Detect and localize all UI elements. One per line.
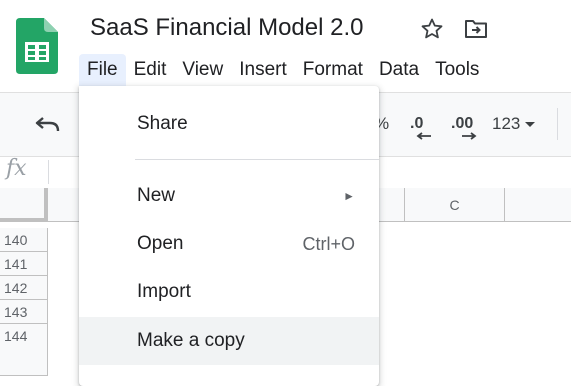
fx-icon: fx: [6, 156, 27, 181]
row-header[interactable]: 141: [0, 252, 48, 276]
menu-item-share-label: Share: [137, 113, 188, 134]
document-title[interactable]: SaaS Financial Model 2.0: [90, 14, 364, 42]
menu-item-open-shortcut: Ctrl+O: [302, 233, 355, 254]
select-all-corner[interactable]: [0, 188, 48, 222]
menu-item-make-a-copy-label: Make a copy: [137, 330, 245, 351]
menu-tools[interactable]: Tools: [427, 54, 487, 86]
arrow-left-icon: [416, 132, 431, 140]
menu-item-new[interactable]: New ►: [79, 172, 379, 220]
row-header[interactable]: 144: [0, 324, 48, 376]
arrow-right-icon: [462, 132, 477, 140]
row-header[interactable]: 140: [0, 228, 48, 252]
decrease-decimal-label: .0: [410, 115, 424, 132]
menu-item-make-a-copy[interactable]: Make a copy: [79, 317, 379, 365]
menu-item-import-label: Import: [137, 281, 191, 302]
submenu-arrow-icon: ►: [343, 189, 355, 203]
undo-icon[interactable]: [34, 112, 62, 136]
caret-down-icon: [525, 122, 536, 127]
menu-item-import[interactable]: Import: [79, 268, 379, 316]
decrease-decimal-button[interactable]: .0: [410, 112, 431, 140]
menubar: File Edit View Insert Format Data Tools: [79, 54, 487, 86]
menu-format[interactable]: Format: [295, 54, 371, 86]
move-folder-icon[interactable]: [463, 16, 489, 42]
menu-view[interactable]: View: [174, 54, 231, 86]
menu-item-open[interactable]: Open Ctrl+O: [79, 220, 379, 268]
increase-decimal-button[interactable]: .00: [451, 112, 477, 140]
row-header[interactable]: 143: [0, 300, 48, 324]
file-menu-dropdown: Share New ► Open Ctrl+O Import Make a co…: [79, 86, 379, 386]
menu-item-open-label: Open: [137, 233, 184, 254]
menu-file[interactable]: File: [79, 54, 126, 86]
menu-edit[interactable]: Edit: [126, 54, 175, 86]
menu-insert[interactable]: Insert: [231, 54, 295, 86]
menu-item-share[interactable]: Share: [79, 100, 379, 148]
menu-item-new-label: New: [137, 185, 176, 206]
column-header-c[interactable]: C: [405, 188, 505, 222]
toolbar-separator: [557, 108, 558, 140]
more-formats-button[interactable]: 123: [492, 112, 537, 136]
sheets-logo-icon[interactable]: [16, 18, 58, 74]
column-header-d[interactable]: [505, 188, 571, 222]
menu-divider: [135, 159, 379, 160]
row-header[interactable]: 142: [0, 276, 48, 300]
star-icon[interactable]: [419, 16, 445, 42]
formula-bar-separator: [48, 160, 49, 184]
column-header-c-label: C: [449, 196, 460, 213]
menu-data[interactable]: Data: [371, 54, 427, 86]
more-formats-label: 123: [492, 114, 521, 133]
increase-decimal-label: .00: [451, 115, 474, 132]
